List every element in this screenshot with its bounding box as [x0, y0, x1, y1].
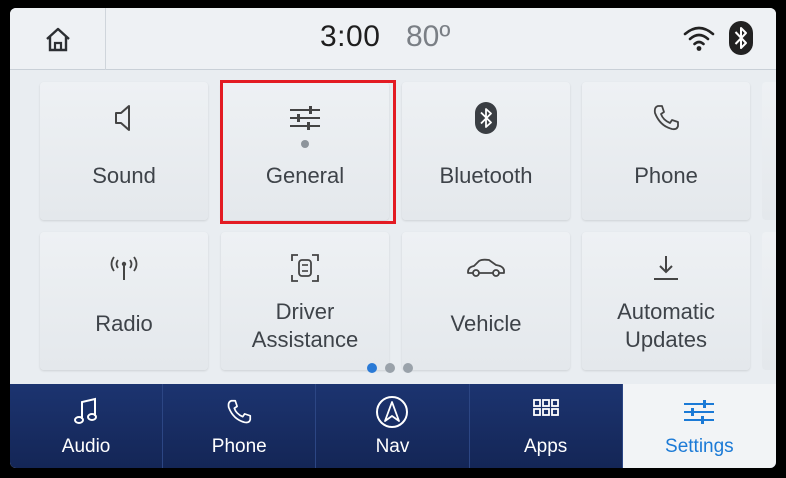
page-indicator[interactable] [367, 363, 413, 373]
nav-label: Apps [524, 436, 568, 457]
tile-bluetooth[interactable]: Bluetooth [402, 82, 570, 220]
nav-label: Nav [375, 436, 410, 457]
tile-vehicle[interactable]: Vehicle [402, 232, 570, 370]
speaker-icon [115, 105, 130, 131]
tile-label: Phone [634, 163, 698, 188]
phone-icon [227, 399, 252, 424]
nav-apps[interactable]: Apps [470, 384, 623, 468]
nav-navigation[interactable]: Nav [316, 384, 470, 468]
tile-label: Automatic Updates [617, 298, 715, 354]
nav-settings[interactable]: Settings [622, 384, 776, 468]
tile-label-line2: Updates [625, 327, 707, 352]
sliders-icon [684, 400, 715, 424]
bluetooth-status-icon [729, 21, 753, 55]
home-icon [45, 27, 70, 52]
tile-label: Vehicle [450, 311, 522, 336]
settings-screen: 3:00 80º Sound General Bluetooth Phone R… [10, 8, 776, 468]
tile-sound[interactable]: Sound [40, 82, 208, 220]
tile-driver-assistance[interactable]: Driver Assistance [221, 232, 389, 370]
car-icon [467, 258, 505, 277]
tile-automatic-updates[interactable]: Automatic Updates [582, 232, 750, 370]
home-button[interactable] [10, 8, 106, 70]
tile-label-line1: Automatic [617, 299, 715, 324]
phone-icon [653, 105, 679, 131]
driver-assist-icon [291, 254, 319, 282]
outside-temperature: 80º [406, 20, 451, 53]
wifi-icon [683, 26, 715, 51]
tile-label: Radio [95, 311, 153, 336]
bluetooth-icon [475, 102, 497, 134]
tile-label: Driver Assistance [252, 298, 358, 354]
page-dot[interactable] [385, 363, 395, 373]
music-note-icon [74, 397, 98, 424]
tile-label: Sound [92, 163, 156, 188]
tile-phone[interactable]: Phone [582, 82, 750, 220]
page-dot[interactable] [367, 363, 377, 373]
nav-audio[interactable]: Audio [10, 384, 164, 468]
clock: 3:00 [320, 20, 381, 53]
next-page-tile-edge [762, 232, 776, 370]
tile-label-line1: Driver [275, 299, 335, 324]
page-dot[interactable] [403, 363, 413, 373]
nav-phone[interactable]: Phone [163, 384, 317, 468]
nav-label: Audio [61, 436, 111, 457]
next-page-tile-edge [762, 82, 776, 220]
nav-label: Settings [665, 436, 734, 457]
status-bar: 3:00 80º [10, 8, 776, 70]
tile-label: Bluetooth [439, 163, 533, 188]
nav-label: Phone [211, 436, 267, 457]
tile-label-line2: Assistance [251, 327, 359, 352]
apps-grid-icon [532, 399, 559, 416]
highlight-box [220, 80, 396, 224]
radio-antenna-icon [110, 256, 138, 280]
navigation-icon [376, 396, 409, 428]
download-icon [654, 256, 678, 280]
tile-radio[interactable]: Radio [40, 232, 208, 370]
bottom-nav-bar: Audio Phone Nav Apps Settings [10, 384, 776, 468]
